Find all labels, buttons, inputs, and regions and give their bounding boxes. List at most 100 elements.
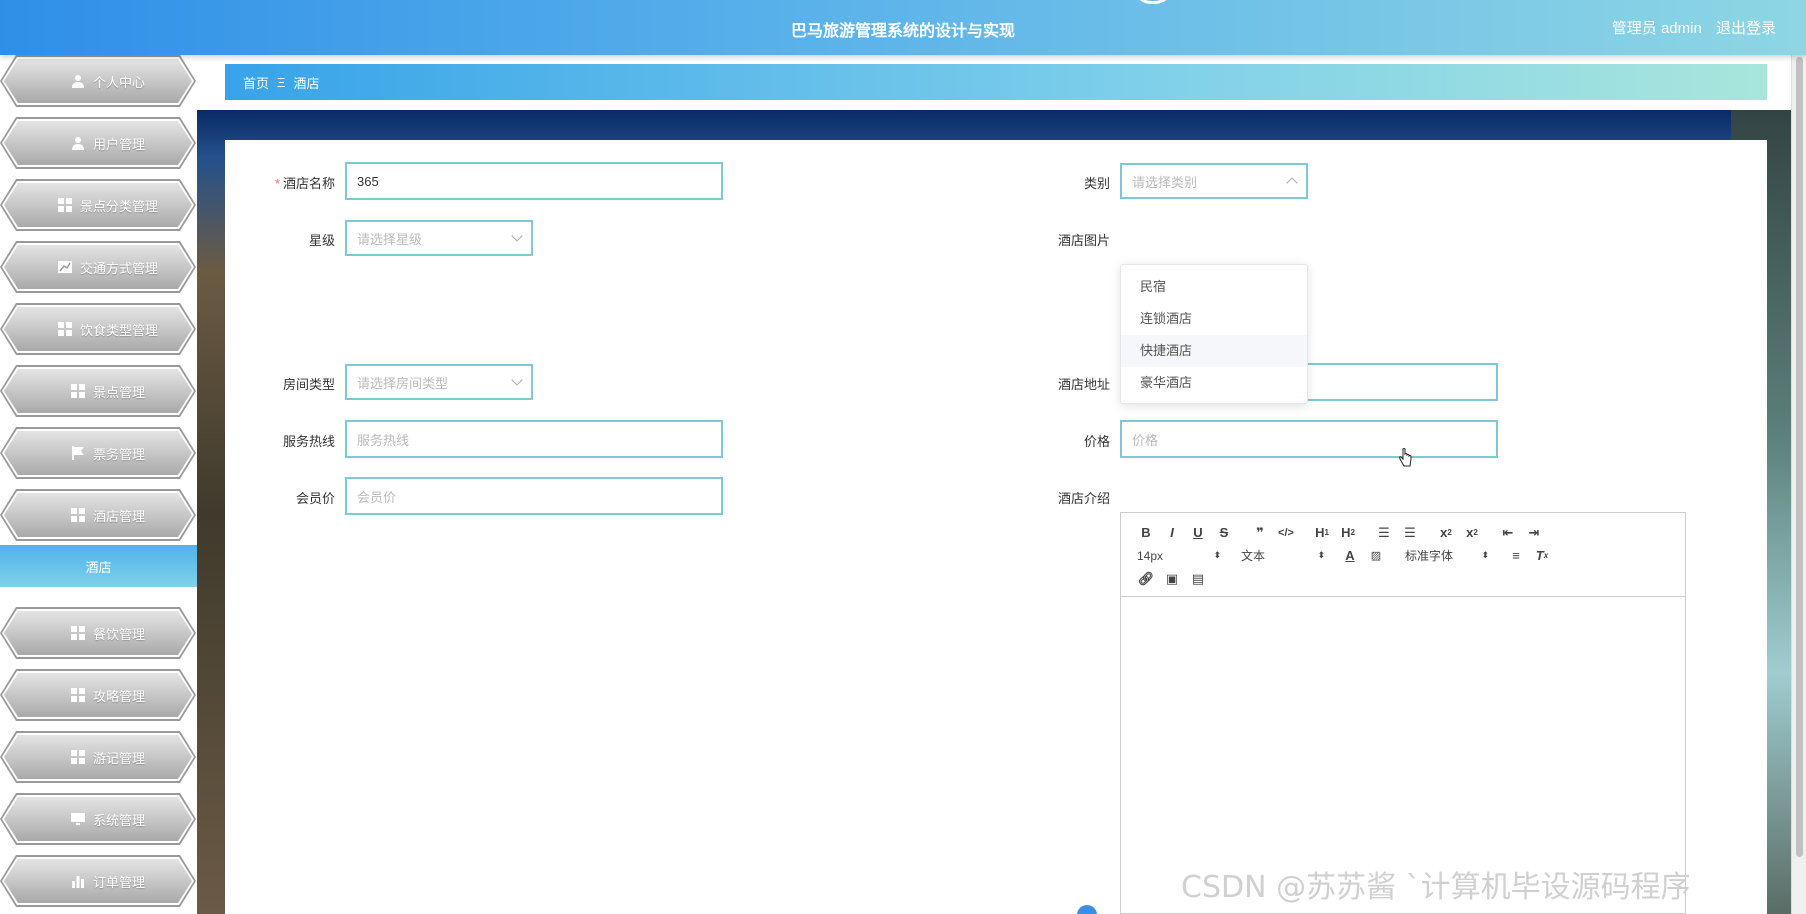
italic-icon[interactable]: I (1159, 523, 1185, 543)
member-price-input[interactable]: 会员价 (345, 477, 723, 515)
bold-icon[interactable]: B (1133, 523, 1159, 543)
superscript-icon[interactable]: x2 (1459, 523, 1485, 543)
indent-icon[interactable]: ⇥ (1521, 523, 1547, 543)
code-icon[interactable]: </> (1273, 523, 1299, 543)
sidebar-item[interactable]: 餐饮管理 (0, 607, 196, 659)
flag-icon (71, 446, 85, 460)
hotline-input[interactable]: 服务热线 (345, 420, 723, 458)
paragraph-select[interactable]: 文本 ⬍ (1237, 546, 1329, 566)
top-header: 巴马旅游管理系统的设计与实现 管理员 admin 退出登录 (0, 0, 1806, 55)
sidebar-item[interactable]: 订单管理 (0, 855, 196, 907)
breadcrumb-separator: Ξ (277, 74, 286, 90)
hotel-name-label: * 酒店名称 (274, 176, 335, 191)
grid-icon (70, 626, 85, 640)
sidebar-item-label: 票务管理 (92, 446, 145, 462)
dropdown-option[interactable]: 连锁酒店 (1121, 303, 1307, 335)
sidebar-item[interactable]: 饮食类型管理 (0, 303, 196, 355)
star-select[interactable]: 请选择星级 (345, 220, 533, 256)
member-price-label: 会员价 (295, 491, 335, 506)
sidebar-item[interactable]: 攻略管理 (0, 669, 196, 721)
blockquote-icon[interactable]: ❞ (1247, 523, 1273, 543)
font-color-icon[interactable]: A (1337, 546, 1363, 566)
price-input[interactable]: 价格 (1120, 420, 1498, 458)
breadcrumb-home[interactable]: 首页 (243, 73, 269, 92)
admin-label: 管理员 admin (1611, 20, 1702, 37)
sidebar-item-label: 饮食类型管理 (79, 322, 158, 338)
category-dropdown: 民宿 连锁酒店 快捷酒店 豪华酒店 (1120, 264, 1308, 404)
rich-text-editor[interactable]: B I U S ❞ </> H1 H2 ☰ ☰ x2 x2 ⇤ ⇥ 14px ⬍… (1120, 512, 1686, 914)
logo-icon (1133, 0, 1173, 4)
monitor-icon (70, 812, 85, 826)
bullet-list-icon[interactable]: ☰ (1397, 523, 1423, 543)
ordered-list-icon[interactable]: ☰ (1371, 523, 1397, 543)
sidebar-item[interactable]: 交通方式管理 (0, 241, 196, 293)
sidebar-sub-item-hotel[interactable]: 酒店 (0, 545, 197, 587)
heading2-icon[interactable]: H2 (1335, 523, 1361, 543)
price-label: 价格 (1083, 434, 1110, 449)
room-type-label: 房间类型 (282, 377, 335, 392)
grid-icon (70, 750, 85, 764)
strikethrough-icon[interactable]: S (1211, 523, 1237, 543)
sidebar-item-label: 交通方式管理 (79, 260, 158, 276)
star-label: 星级 (308, 233, 335, 248)
sidebar-item[interactable]: 酒店管理 (0, 489, 196, 541)
dropdown-option[interactable]: 豪华酒店 (1121, 367, 1307, 399)
align-icon[interactable]: ≡ (1503, 546, 1529, 566)
user-icon (71, 136, 85, 150)
category-select[interactable]: 请选择类别 (1120, 163, 1308, 199)
form-panel: * 酒店名称 365 类别 请选择类别 星级 请选择星级 酒店图片 房间类型 请选… (225, 140, 1767, 914)
dropdown-option[interactable]: 民宿 (1121, 271, 1307, 303)
video-icon[interactable]: ▤ (1185, 569, 1211, 589)
bar-chart-icon (71, 874, 85, 888)
sidebar-item-label: 游记管理 (92, 750, 145, 766)
grid-icon (57, 198, 72, 212)
sidebar-item-label: 订单管理 (92, 874, 145, 890)
dropdown-option[interactable]: 快捷酒店 (1121, 335, 1307, 367)
sidebar-item-label: 餐饮管理 (92, 626, 145, 642)
chevron-down-icon (511, 374, 523, 386)
logout-link[interactable]: 退出登录 (1716, 20, 1776, 37)
room-type-select[interactable]: 请选择房间类型 (345, 364, 533, 400)
hotline-label: 服务热线 (282, 434, 335, 449)
clear-format-icon[interactable]: Tx (1529, 546, 1555, 566)
grid-icon (70, 384, 85, 398)
sidebar-item[interactable]: 个人中心 (0, 55, 196, 107)
sidebar-item-label: 景点管理 (92, 384, 145, 400)
sidebar-item[interactable]: 景点管理 (0, 365, 196, 417)
sidebar-item[interactable]: 用户管理 (0, 117, 196, 169)
vertical-scrollbar[interactable] (1791, 55, 1806, 914)
heading1-icon[interactable]: H1 (1309, 523, 1335, 543)
sidebar: 酒店 个人中心用户管理景点分类管理 交通方式管理 饮食类型管理 景点管理票务管理酒店管… (0, 55, 197, 914)
address-label: 酒店地址 (1057, 377, 1110, 392)
hotel-image-label: 酒店图片 (1057, 233, 1110, 248)
chevron-up-icon (1286, 177, 1298, 189)
link-icon[interactable]: 🔗︎ (1133, 569, 1159, 589)
breadcrumb: 首页 Ξ 酒店 (225, 64, 1767, 100)
breadcrumb-current: 酒店 (293, 75, 320, 91)
font-size-select[interactable]: 14px ⬍ (1133, 546, 1225, 566)
image-icon[interactable]: ▣ (1159, 569, 1185, 589)
sidebar-item-label: 用户管理 (92, 136, 145, 152)
sidebar-item[interactable]: 系统管理 (0, 793, 196, 845)
user-icon (71, 74, 85, 88)
scrollbar-thumb[interactable] (1796, 57, 1803, 857)
outdent-icon[interactable]: ⇤ (1495, 523, 1521, 543)
font-family-select[interactable]: 标准字体 ⬍ (1401, 546, 1493, 566)
sidebar-item-label: 酒店管理 (92, 508, 145, 524)
background-color-icon[interactable]: ▨ (1363, 546, 1389, 566)
subscript-icon[interactable]: x2 (1433, 523, 1459, 543)
sidebar-item-label: 攻略管理 (92, 688, 145, 704)
sidebar-item[interactable]: 游记管理 (0, 731, 196, 783)
hand-cursor-icon (1399, 448, 1412, 467)
hotel-name-input[interactable]: 365 (345, 162, 723, 200)
user-area: 管理员 admin 退出登录 (1602, 17, 1776, 38)
category-label: 类别 (1083, 176, 1110, 191)
sidebar-item[interactable]: 票务管理 (0, 427, 196, 479)
editor-toolbar: B I U S ❞ </> H1 H2 ☰ ☰ x2 x2 ⇤ ⇥ 14px ⬍… (1121, 513, 1685, 597)
underline-icon[interactable]: U (1185, 523, 1211, 543)
grid-icon (70, 508, 85, 522)
sidebar-item-label: 景点分类管理 (79, 198, 158, 214)
grid-icon (57, 322, 72, 336)
sidebar-item-label: 个人中心 (92, 74, 145, 90)
sidebar-item[interactable]: 景点分类管理 (0, 179, 196, 231)
